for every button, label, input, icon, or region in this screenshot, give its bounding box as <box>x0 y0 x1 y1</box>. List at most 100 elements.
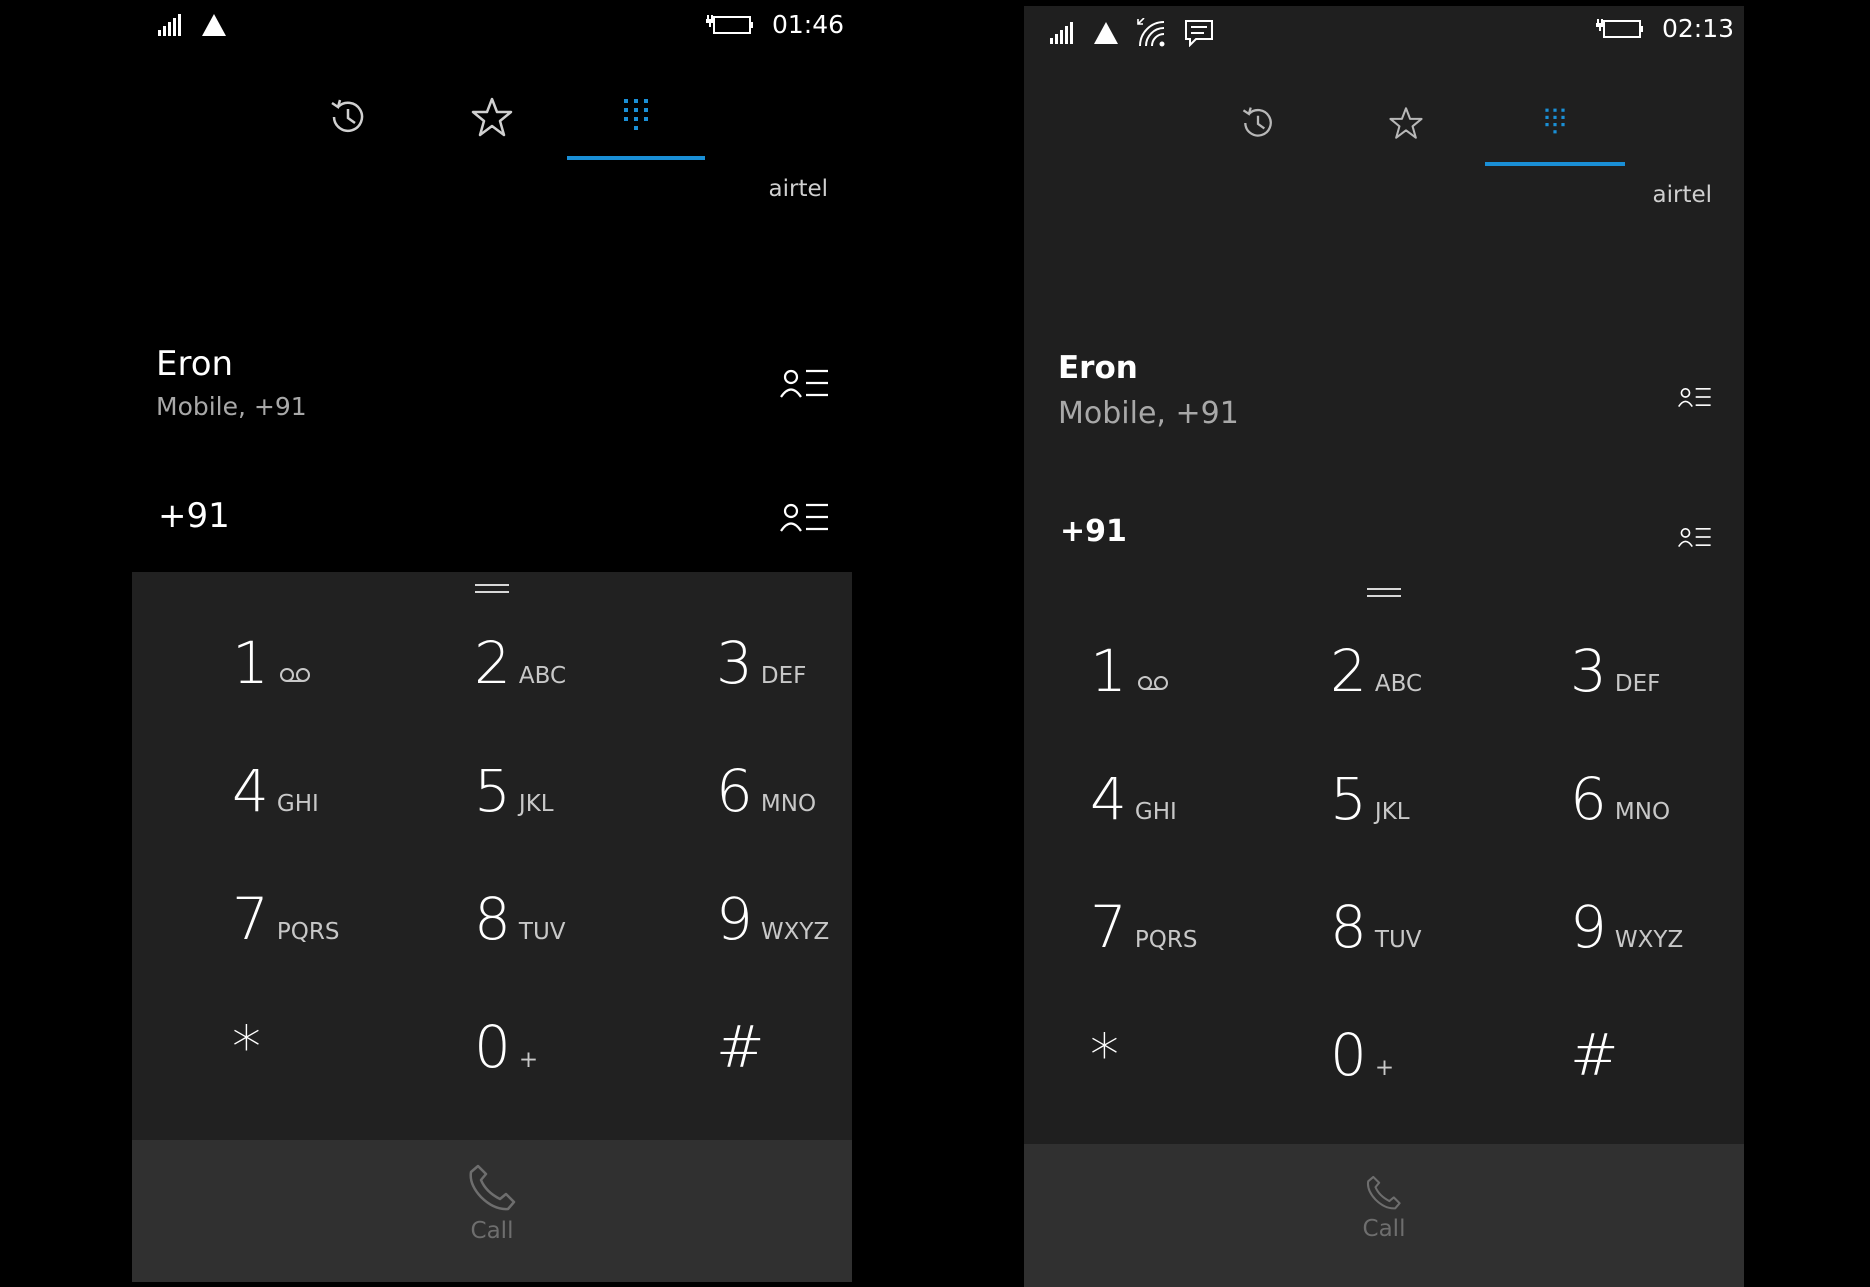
tab-keypad[interactable] <box>567 74 705 160</box>
signal-strength-icon <box>1050 22 1076 44</box>
dialpad-icon <box>1542 107 1568 139</box>
key-digit: 3 <box>716 629 753 697</box>
key-7[interactable]: 7 PQRS <box>232 890 472 1018</box>
view-contact-button[interactable] <box>780 368 830 398</box>
key-digit: 1 <box>232 629 269 697</box>
tab-selected-indicator <box>567 156 705 160</box>
star-icon <box>470 95 514 139</box>
key-6[interactable]: 6 MNO <box>1570 770 1744 898</box>
key-digit: 4 <box>232 757 269 825</box>
call-label: Call <box>1362 1216 1406 1242</box>
key-letters: GHI <box>1134 799 1177 825</box>
key-7[interactable]: 7 PQRS <box>1090 898 1330 1026</box>
key-5[interactable]: 5 JKL <box>474 762 714 890</box>
key-digit: # <box>1570 1021 1619 1089</box>
key-digit: 8 <box>1330 893 1367 961</box>
tab-history[interactable] <box>1189 80 1327 166</box>
key-digit: # <box>716 1013 765 1081</box>
tab-keypad[interactable] <box>1485 80 1625 166</box>
key-1[interactable]: 1 <box>232 634 472 762</box>
save-contact-button[interactable] <box>1678 526 1712 548</box>
key-digit: 6 <box>716 757 753 825</box>
tab-speed-dial[interactable] <box>423 74 561 160</box>
star-icon <box>1388 105 1424 141</box>
key-3[interactable]: 3 DEF <box>1570 642 1744 770</box>
voicemail-icon <box>1137 675 1169 691</box>
key-letters: + <box>1374 1055 1395 1081</box>
dial-keypad: 1 2 ABC 3 DEF 4 GHI 5 JKL 6 MNO 7 PQRS 8 TUV 9W… <box>132 572 852 1140</box>
key-digit: 2 <box>1330 637 1367 705</box>
roaming-triangle-icon <box>1094 22 1118 44</box>
key-2[interactable]: 2 ABC <box>474 634 714 762</box>
tab-history[interactable] <box>279 74 417 160</box>
view-contact-button[interactable] <box>1678 386 1712 408</box>
key-9[interactable]: 9 WXYZ <box>716 890 852 1018</box>
signal-strength-icon <box>158 14 184 36</box>
key-star[interactable]: * <box>232 1018 472 1146</box>
key-digit: 7 <box>232 885 269 953</box>
key-0[interactable]: 0 + <box>1330 1026 1570 1154</box>
key-letters: WXYZ <box>760 919 830 945</box>
key-letters: WXYZ <box>1614 927 1684 953</box>
key-8[interactable]: 8 TUV <box>1330 898 1570 1026</box>
key-letters: PQRS <box>276 919 340 945</box>
key-digit: 0 <box>1330 1021 1367 1089</box>
contact-name: Eron <box>1058 350 1138 386</box>
key-letters: DEF <box>1614 671 1661 697</box>
status-bar: 01:46 <box>132 0 852 56</box>
key-hash[interactable]: # <box>1570 1026 1744 1154</box>
key-digit: * <box>232 1013 261 1081</box>
key-letters: TUV <box>1374 927 1422 953</box>
keypad-drag-handle[interactable] <box>1367 588 1401 602</box>
key-4[interactable]: 4 GHI <box>232 762 472 890</box>
key-star[interactable]: * <box>1090 1026 1330 1154</box>
key-9[interactable]: 9 WXYZ <box>1570 898 1744 1026</box>
key-digit: 5 <box>1330 765 1367 833</box>
key-digit: 8 <box>474 885 511 953</box>
battery-charging-icon <box>706 13 754 37</box>
key-4[interactable]: 4 GHI <box>1090 770 1330 898</box>
status-bar: 02:13 <box>1024 6 1744 62</box>
key-letters: ABC <box>1374 671 1423 697</box>
key-digit: 9 <box>1570 893 1607 961</box>
dial-keypad: 1 2 ABC 3 DEF 4 GHI 5 JKL 6 MNO 7 PQRS 8 TUV 9W… <box>1024 576 1744 1142</box>
key-digit: 2 <box>474 629 511 697</box>
key-letters: DEF <box>760 663 807 689</box>
key-letters: ABC <box>518 663 567 689</box>
call-button[interactable]: Call <box>1362 1174 1406 1242</box>
battery-charging-icon <box>1596 17 1644 41</box>
key-letters: JKL <box>518 791 554 817</box>
key-0[interactable]: 0 + <box>474 1018 714 1146</box>
save-contact-button[interactable] <box>780 502 830 532</box>
key-1[interactable]: 1 <box>1090 642 1330 770</box>
key-letters: MNO <box>1614 799 1671 825</box>
contact-name: Eron <box>156 344 234 384</box>
dialed-number[interactable]: +91 <box>1060 514 1127 549</box>
history-icon <box>326 95 370 139</box>
contact-card-icon <box>1678 386 1712 408</box>
key-6[interactable]: 6 MNO <box>716 762 852 890</box>
carrier-label: airtel <box>1652 182 1713 208</box>
phone-screen-left: 01:46 airtel Eron Mobile, +91 +91 1 2 AB… <box>132 0 852 1282</box>
call-button[interactable]: Call <box>466 1162 518 1244</box>
key-2[interactable]: 2 ABC <box>1330 642 1570 770</box>
phone-handset-icon <box>1365 1174 1403 1212</box>
key-hash[interactable]: # <box>716 1018 852 1146</box>
wifi-calling-icon <box>1136 18 1166 48</box>
voicemail-icon <box>279 667 311 683</box>
key-digit: 6 <box>1570 765 1607 833</box>
key-3[interactable]: 3 DEF <box>716 634 852 762</box>
keypad-drag-handle[interactable] <box>475 584 509 598</box>
key-8[interactable]: 8 TUV <box>474 890 714 1018</box>
status-clock: 02:13 <box>1662 14 1735 43</box>
tab-selected-indicator <box>1485 162 1625 166</box>
dialed-number[interactable]: +91 <box>158 496 230 536</box>
carrier-label: airtel <box>768 176 829 202</box>
key-letters: JKL <box>1374 799 1410 825</box>
key-digit: 3 <box>1570 637 1607 705</box>
tab-speed-dial[interactable] <box>1337 80 1475 166</box>
contact-detail: Mobile, +91 <box>1058 396 1239 431</box>
key-digit: * <box>1090 1021 1119 1089</box>
key-5[interactable]: 5 JKL <box>1330 770 1570 898</box>
contact-card-icon <box>1678 526 1712 548</box>
